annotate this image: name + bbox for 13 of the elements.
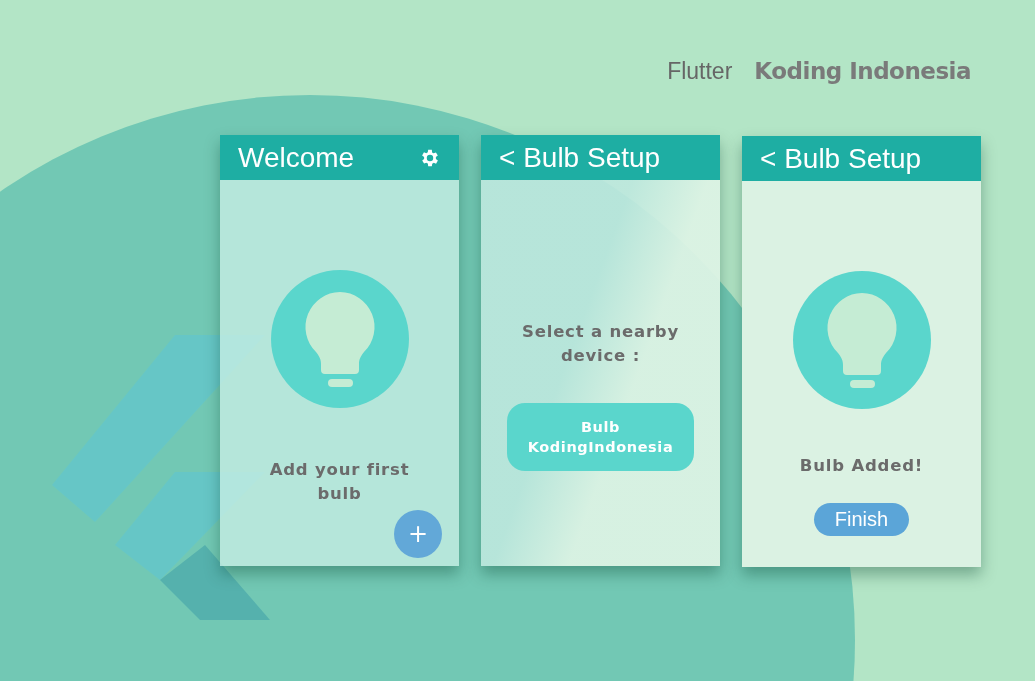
instruction-text: Select a nearby device :	[521, 321, 680, 367]
screen-title: Welcome	[238, 141, 355, 174]
finish-button[interactable]: Finish	[814, 503, 909, 536]
add-button[interactable]: +	[394, 510, 442, 558]
framework-label: Flutter	[667, 57, 733, 85]
screen-title: < Bulb Setup	[499, 141, 661, 174]
screen-title: < Bulb Setup	[760, 142, 922, 175]
success-message: Bulb Added!	[798, 455, 925, 477]
lightbulb-icon	[792, 271, 931, 409]
empty-state-message: Add your first bulb	[268, 459, 411, 505]
lightbulb-icon	[270, 270, 409, 408]
device-button[interactable]: Bulb KodingIndonesia	[507, 403, 694, 471]
brand-logo: Koding Indonesia	[754, 58, 971, 84]
